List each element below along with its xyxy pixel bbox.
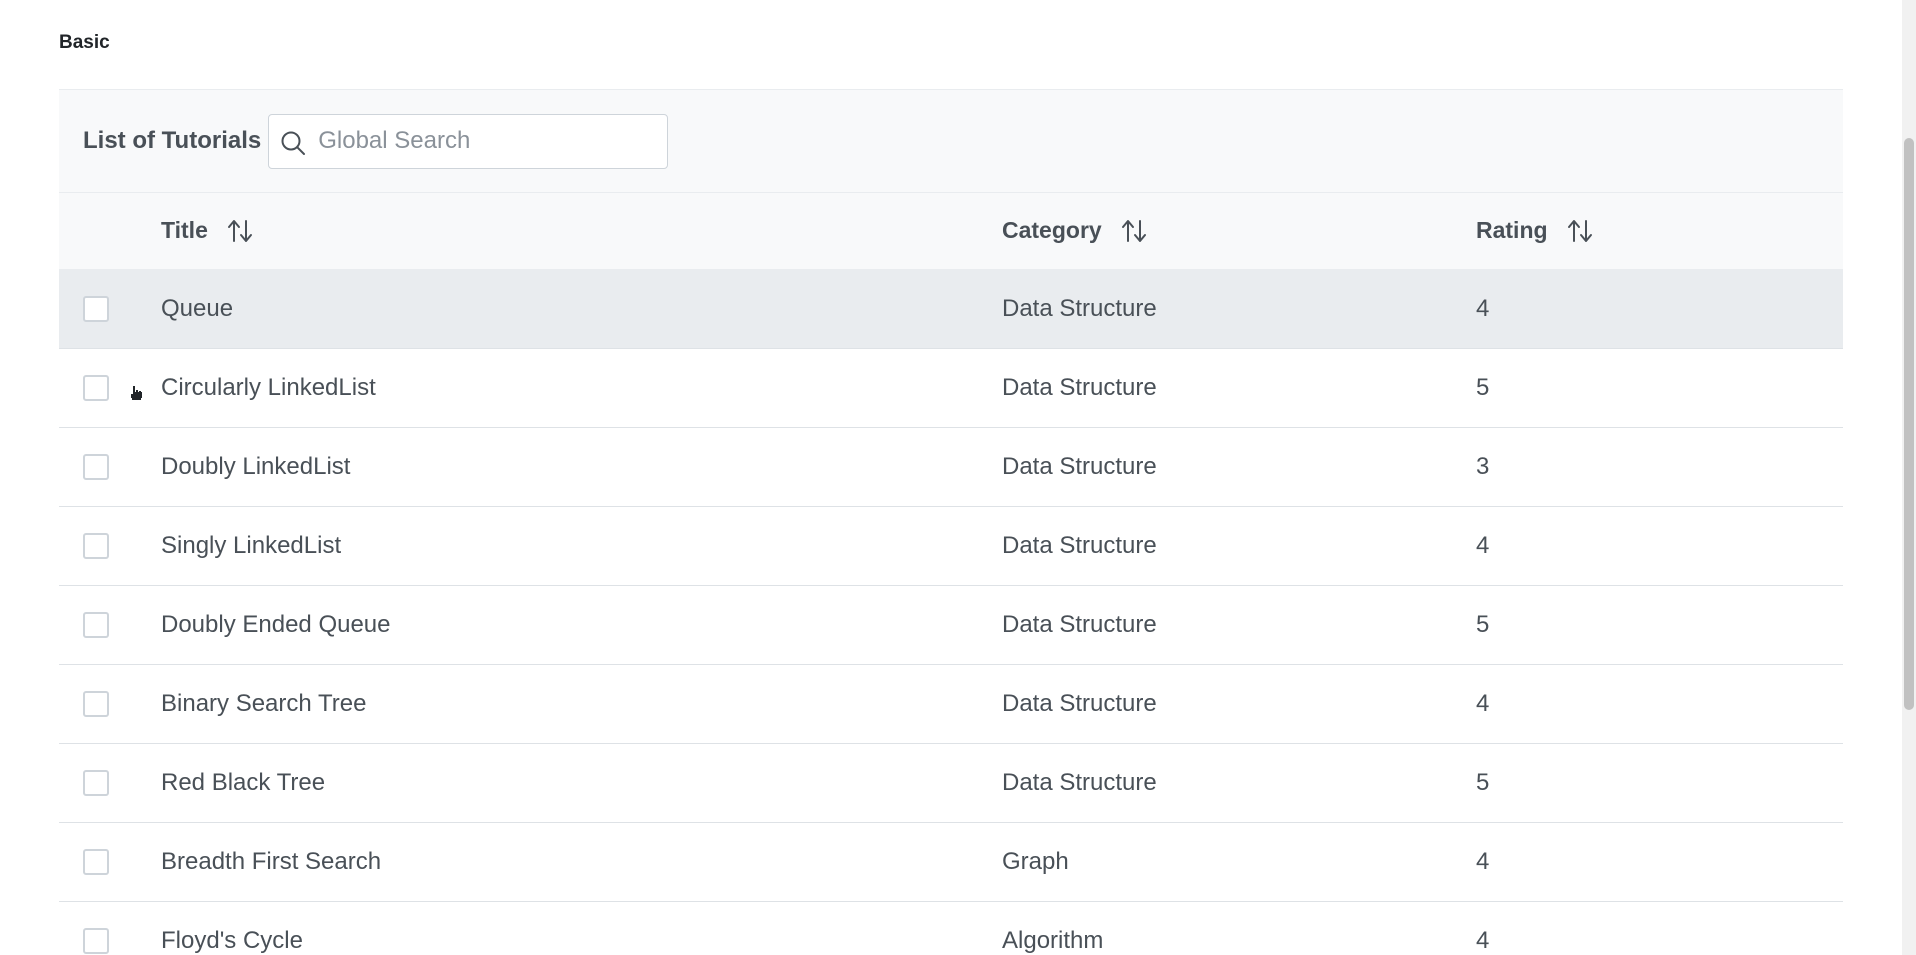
table-row[interactable]: Doubly LinkedList Data Structure 3 <box>59 427 1843 507</box>
title-cell: Queue <box>161 269 1002 349</box>
category-cell: Data Structure <box>1002 506 1476 586</box>
section-title: Basic <box>59 32 110 53</box>
row-checkbox-cell <box>59 822 161 902</box>
table-body: Queue Data Structure 4 Circularly Linked… <box>59 269 1843 955</box>
header-checkbox-cell <box>59 193 161 270</box>
vertical-scrollbar[interactable] <box>1902 0 1916 955</box>
header-row: Title Category Rating <box>59 193 1843 270</box>
column-header-label: Category <box>1002 217 1102 244</box>
row-checkbox[interactable] <box>83 295 109 322</box>
table-caption: List of Tutorials <box>83 127 262 154</box>
rating-cell: 4 <box>1476 506 1843 586</box>
row-checkbox[interactable] <box>83 927 109 954</box>
category-cell: Data Structure <box>1002 427 1476 507</box>
sort-icon[interactable] <box>1120 217 1148 245</box>
global-search-box[interactable] <box>268 113 669 169</box>
row-checkbox-cell <box>59 427 161 507</box>
global-search-input[interactable] <box>316 120 661 162</box>
table-row[interactable]: Red Black Tree Data Structure 5 <box>59 743 1843 823</box>
category-cell: Data Structure <box>1002 743 1476 823</box>
search-icon <box>281 131 306 155</box>
title-cell: Floyd's Cycle <box>161 901 1002 955</box>
tutorials-table-card: List of Tutorials Title <box>59 89 1843 955</box>
scrollbar-thumb[interactable] <box>1904 138 1914 710</box>
row-checkbox[interactable] <box>83 532 109 559</box>
page: Basic List of Tutorials Global Search Ti… <box>0 0 1916 955</box>
title-cell: Binary Search Tree <box>161 664 1002 744</box>
column-header-label: Title <box>161 217 208 244</box>
row-checkbox[interactable] <box>83 690 109 717</box>
sort-icon[interactable] <box>1566 217 1594 245</box>
table-row[interactable]: Queue Data Structure 4 <box>59 269 1843 349</box>
table-toolbar: List of Tutorials <box>59 89 1843 193</box>
row-checkbox[interactable] <box>83 848 109 875</box>
title-cell: Doubly Ended Queue <box>161 585 1002 665</box>
rating-cell: 3 <box>1476 427 1843 507</box>
row-checkbox[interactable] <box>83 611 109 638</box>
row-checkbox-cell <box>59 506 161 586</box>
drag-handle-icon[interactable] <box>127 383 145 401</box>
table-row[interactable]: Circularly LinkedList Data Structure 5 <box>59 348 1843 428</box>
rating-cell: 4 <box>1476 269 1843 349</box>
row-checkbox[interactable] <box>83 453 109 480</box>
row-checkbox-cell <box>59 585 161 665</box>
category-cell: Graph <box>1002 822 1476 902</box>
category-cell: Algorithm <box>1002 901 1476 955</box>
title-cell: Doubly LinkedList <box>161 427 1002 507</box>
row-checkbox[interactable] <box>83 769 109 796</box>
rating-cell: 5 <box>1476 585 1843 665</box>
row-checkbox-cell <box>59 664 161 744</box>
rating-cell: 5 <box>1476 743 1843 823</box>
rating-cell: 4 <box>1476 822 1843 902</box>
table-row[interactable]: Singly LinkedList Data Structure 4 <box>59 506 1843 586</box>
table-row[interactable]: Doubly Ended Queue Data Structure 5 <box>59 585 1843 665</box>
table-head: Title Category Rating <box>59 193 1843 270</box>
category-cell: Data Structure <box>1002 348 1476 428</box>
column-header-category[interactable]: Category <box>1002 193 1476 270</box>
sort-icon[interactable] <box>226 217 254 245</box>
category-cell: Data Structure <box>1002 269 1476 349</box>
title-cell: Circularly LinkedList <box>161 348 1002 428</box>
tutorials-table: Title Category Rating Queue Data Structu… <box>59 193 1843 955</box>
rating-cell: 5 <box>1476 348 1843 428</box>
row-checkbox-cell <box>59 901 161 955</box>
column-header-label: Rating <box>1476 217 1548 244</box>
title-cell: Red Black Tree <box>161 743 1002 823</box>
column-header-rating[interactable]: Rating <box>1476 193 1843 270</box>
category-cell: Data Structure <box>1002 664 1476 744</box>
row-checkbox[interactable] <box>83 374 109 401</box>
row-checkbox-cell <box>59 348 161 428</box>
table-row[interactable]: Binary Search Tree Data Structure 4 <box>59 664 1843 744</box>
table-row[interactable]: Breadth First Search Graph 4 <box>59 822 1843 902</box>
column-header-title[interactable]: Title <box>161 193 1002 270</box>
table-row[interactable]: Floyd's Cycle Algorithm 4 <box>59 901 1843 955</box>
rating-cell: 4 <box>1476 901 1843 955</box>
row-checkbox-cell <box>59 743 161 823</box>
title-cell: Breadth First Search <box>161 822 1002 902</box>
category-cell: Data Structure <box>1002 585 1476 665</box>
title-cell: Singly LinkedList <box>161 506 1002 586</box>
rating-cell: 4 <box>1476 664 1843 744</box>
row-checkbox-cell <box>59 269 161 349</box>
